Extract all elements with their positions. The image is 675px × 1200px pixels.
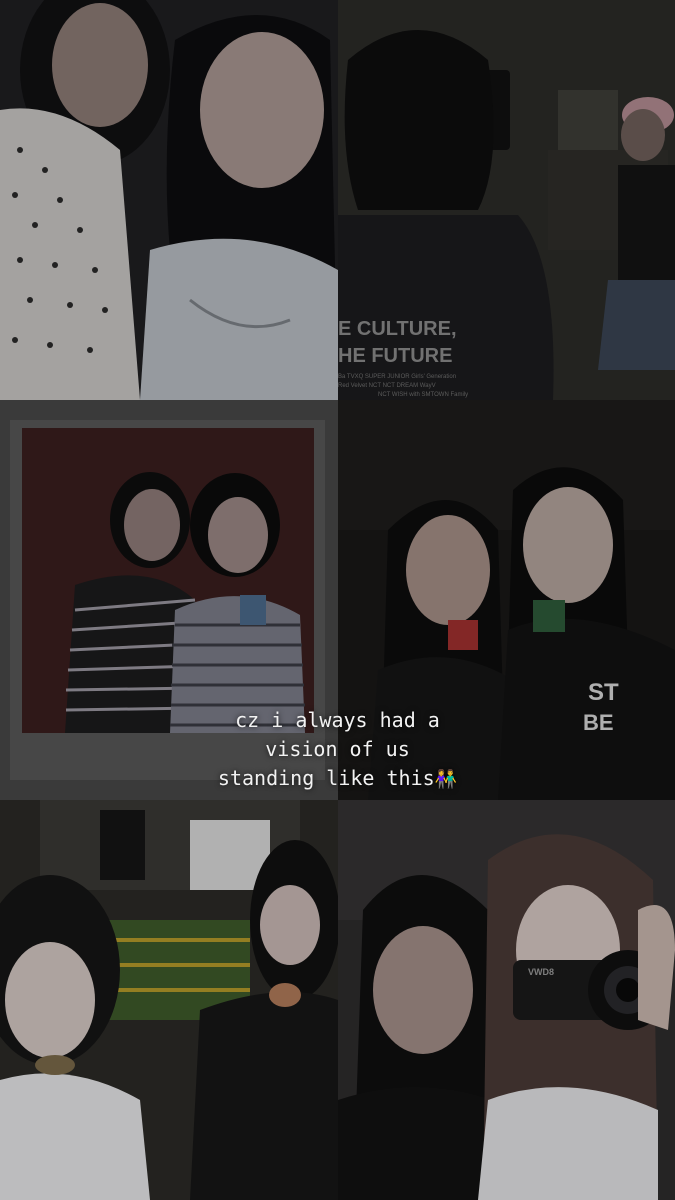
photo-girl-from-behind: E CULTURE, HE FUTURE Ba TVXQ SUPER JUNIO…	[338, 0, 675, 400]
shirt-text-line3: Ba TVXQ SUPER JUNIOR Girls' Generation	[338, 374, 456, 380]
caption-line-1: cz i always had a	[235, 708, 440, 732]
photo-girls-eating	[0, 800, 338, 1200]
caption-text: cz i always had a vision of us standing …	[0, 706, 675, 794]
shirt-text-line1: E CULTURE,	[338, 318, 457, 340]
photo-collage: E CULTURE, HE FUTURE Ba TVXQ SUPER JUNIO…	[0, 0, 675, 1200]
photo-two-girls-selfie	[0, 0, 338, 400]
shirt-text-line5: NCT WISH with SMTOWN Family	[378, 392, 468, 398]
camcorder-brand: VWD8	[528, 967, 554, 977]
svg-text:ST: ST	[588, 679, 619, 706]
photo-camcorder-selfie: VWD8	[338, 800, 675, 1200]
caption-line-3: standing like this	[217, 766, 435, 790]
couple-emoji-icon: 👫	[434, 769, 458, 790]
caption-line-2: vision of us	[265, 737, 410, 761]
shirt-text-line4: Red Velvet NCT NCT DREAM WayV	[338, 383, 436, 389]
shirt-text-line2: HE FUTURE	[338, 345, 452, 367]
